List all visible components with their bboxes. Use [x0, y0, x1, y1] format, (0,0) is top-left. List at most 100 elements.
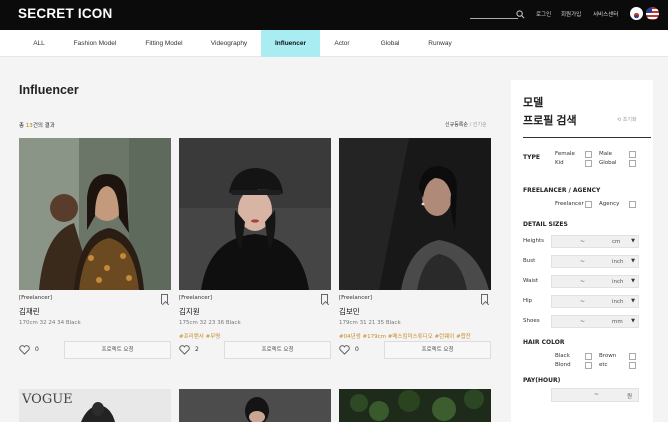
range-dash: ~: [580, 238, 586, 245]
hair-black-checkbox[interactable]: [585, 353, 592, 360]
heights-select[interactable]: ~ cm ▼: [551, 235, 639, 248]
type-label: TYPE: [523, 154, 540, 161]
heart-icon[interactable]: [19, 345, 30, 355]
dropdown-arrow-icon: ▼: [631, 238, 635, 244]
tab-fitting-model[interactable]: Fitting Model: [140, 30, 188, 57]
model-photo[interactable]: VOGUE: [19, 389, 171, 422]
korean-flag-icon[interactable]: [630, 7, 643, 20]
type-male-checkbox[interactable]: [629, 151, 636, 158]
signup-link[interactable]: 회원가입: [561, 10, 581, 18]
tab-runway[interactable]: Runway: [424, 30, 456, 57]
page-title: Influencer: [19, 83, 79, 97]
range-dash: ~: [580, 298, 586, 305]
unit-label: inch: [612, 278, 624, 285]
project-request-button[interactable]: 프로젝트 요청: [384, 341, 491, 359]
type-female-label: Female: [555, 151, 575, 157]
bust-select[interactable]: ~ inch ▼: [551, 255, 639, 268]
card-tags: #프리랜서 #무명: [179, 334, 221, 340]
card-type: [Freelancer]: [339, 295, 373, 301]
project-request-button[interactable]: 프로젝트 요청: [64, 341, 171, 359]
login-link[interactable]: 로그인: [536, 10, 551, 18]
hair-black-label: Black: [555, 353, 570, 359]
project-request-button[interactable]: 프로젝트 요청: [224, 341, 331, 359]
range-dash: ~: [580, 318, 586, 325]
result-number: 13: [25, 123, 33, 129]
sort-newest[interactable]: 신규등록순: [445, 122, 468, 128]
reset-label: 초기화: [622, 117, 637, 123]
shoes-label: Shoes: [523, 318, 540, 324]
hair-brown-checkbox[interactable]: [629, 353, 636, 360]
hair-brown-label: Brown: [599, 353, 617, 359]
type-global-checkbox[interactable]: [629, 160, 636, 167]
agency-checkbox[interactable]: [629, 201, 636, 208]
tab-fashion-model[interactable]: Fashion Model: [70, 30, 120, 57]
bookmark-icon[interactable]: [321, 294, 328, 304]
model-listing: Influencer 총 13건의 결과 신규등록순 / 인기순 [Freela…: [4, 58, 502, 422]
like-count: 2: [195, 346, 199, 353]
tab-all[interactable]: ALL: [20, 30, 58, 57]
top-bar: SECRET ICON 로그인 회원가입 서비스센터: [0, 0, 668, 30]
search-input[interactable]: [470, 18, 518, 19]
type-female-checkbox[interactable]: [585, 151, 592, 158]
shoes-select[interactable]: ~ mm ▼: [551, 315, 639, 328]
pay-range-input[interactable]: ~ 원: [551, 388, 639, 402]
sort-options: 신규등록순 / 인기순: [445, 121, 487, 128]
sort-popular[interactable]: 인기순: [473, 122, 487, 128]
heart-icon[interactable]: [179, 345, 190, 355]
card-tags: #04년생 #179cm #메스킴미스튜디오 #런웨이 #합잔: [339, 334, 471, 340]
model-photo[interactable]: [179, 138, 331, 290]
hair-blond-checkbox[interactable]: [585, 362, 592, 369]
hip-select[interactable]: ~ inch ▼: [551, 295, 639, 308]
bookmark-icon[interactable]: [481, 294, 488, 304]
tab-videography[interactable]: Videography: [205, 30, 253, 57]
panel-title-search: 프로필 검색: [523, 115, 577, 127]
heart-icon[interactable]: [339, 345, 350, 355]
search-icon[interactable]: [516, 10, 525, 19]
range-dash: ~: [594, 391, 600, 398]
hair-blond-label: Blond: [555, 362, 571, 368]
model-photo[interactable]: [339, 389, 491, 422]
result-count: 총 13건의 결과: [19, 121, 55, 129]
tab-actor[interactable]: Actor: [326, 30, 358, 57]
model-photo[interactable]: [179, 389, 331, 422]
type-global-label: Global: [599, 160, 617, 166]
hair-etc-checkbox[interactable]: [629, 362, 636, 369]
unit-label: cm: [612, 238, 621, 245]
us-flag-icon[interactable]: [646, 7, 659, 20]
dropdown-arrow-icon: ▼: [631, 278, 635, 284]
detail-sizes-label: DETAIL SIZES: [523, 221, 568, 228]
profile-search-panel: 모델 프로필 검색 ⟲ 초기화 TYPE Female Male Kid Glo…: [511, 80, 653, 422]
card-name[interactable]: 김보민: [339, 306, 360, 317]
like-count: 0: [35, 346, 39, 353]
bookmark-icon[interactable]: [161, 294, 168, 304]
divider: [523, 137, 651, 138]
waist-select[interactable]: ~ inch ▼: [551, 275, 639, 288]
hair-etc-label: etc: [599, 362, 608, 368]
card-name[interactable]: 김지원: [179, 306, 200, 317]
model-photo[interactable]: [19, 138, 171, 290]
card-type: [Freelancer]: [179, 295, 213, 301]
model-photo[interactable]: [339, 138, 491, 290]
tab-influencer[interactable]: Influencer: [261, 30, 320, 57]
dropdown-arrow-icon: ▼: [631, 318, 635, 324]
card-stats: 175cm 32 23 36 Black: [179, 320, 241, 326]
panel-title-model: 모델: [523, 97, 544, 109]
dropdown-arrow-icon: ▼: [631, 298, 635, 304]
type-male-label: Male: [599, 151, 613, 157]
hip-label: Hip: [523, 298, 533, 304]
waist-label: Waist: [523, 278, 539, 284]
unit-label: mm: [612, 318, 623, 325]
card-stats: 179cm 31 21 35 Black: [339, 320, 401, 326]
reset-button[interactable]: ⟲ 초기화: [617, 116, 637, 123]
type-kid-checkbox[interactable]: [585, 160, 592, 167]
site-logo[interactable]: SECRET ICON: [18, 6, 112, 21]
card-name[interactable]: 김재린: [19, 306, 40, 317]
heights-label: Heights: [523, 238, 545, 244]
card-type: [Freelancer]: [19, 295, 53, 301]
tab-global[interactable]: Global: [374, 30, 406, 57]
type-kid-label: Kid: [555, 160, 564, 166]
service-center-link[interactable]: 서비스센터: [593, 10, 618, 18]
agency-label: Agency: [599, 201, 620, 207]
freelancer-checkbox[interactable]: [585, 201, 592, 208]
hair-color-label: HAIR COLOR: [523, 339, 565, 346]
